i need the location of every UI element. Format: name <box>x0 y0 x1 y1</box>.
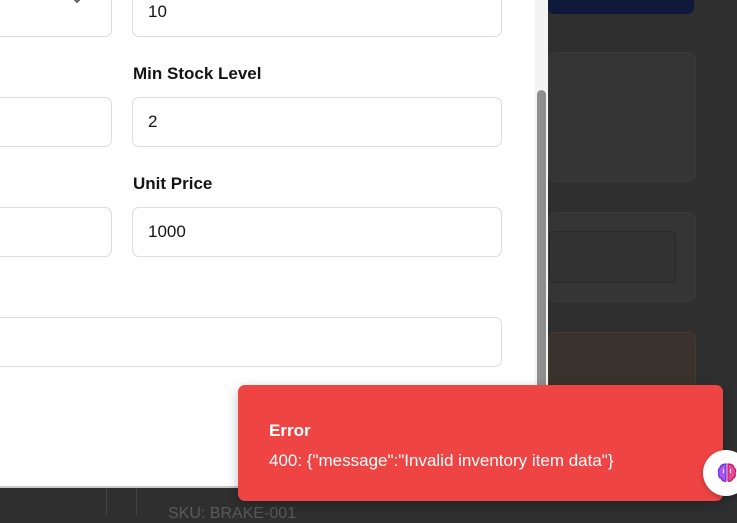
unit-price-label: Unit Price <box>133 174 213 193</box>
quantity-field[interactable]: 10 <box>132 0 502 37</box>
background-card-inner <box>549 231 676 283</box>
brain-icon <box>717 463 737 482</box>
background-sku-text: SKU: BRAKE-001 <box>168 505 297 522</box>
background-divider <box>106 486 107 515</box>
left-field[interactable] <box>0 97 112 147</box>
background-header-bar <box>548 0 694 14</box>
background-divider <box>136 486 137 515</box>
background-card <box>548 52 696 182</box>
category-select[interactable] <box>0 0 112 37</box>
min-stock-field[interactable]: 2 <box>132 97 502 147</box>
description-field[interactable] <box>0 317 502 367</box>
background-card <box>548 212 696 302</box>
toast-message: 400: {"message":"Invalid inventory item … <box>269 451 614 470</box>
error-toast[interactable]: Error 400: {"message":"Invalid inventory… <box>238 385 723 501</box>
unit-price-field[interactable]: 1000 <box>132 207 502 257</box>
min-stock-label: Min Stock Level <box>133 64 262 83</box>
toast-title: Error <box>269 421 311 440</box>
left-field[interactable] <box>0 207 112 257</box>
chevron-down-icon <box>73 0 81 3</box>
modal-scrollbar-thumb[interactable] <box>537 90 546 390</box>
